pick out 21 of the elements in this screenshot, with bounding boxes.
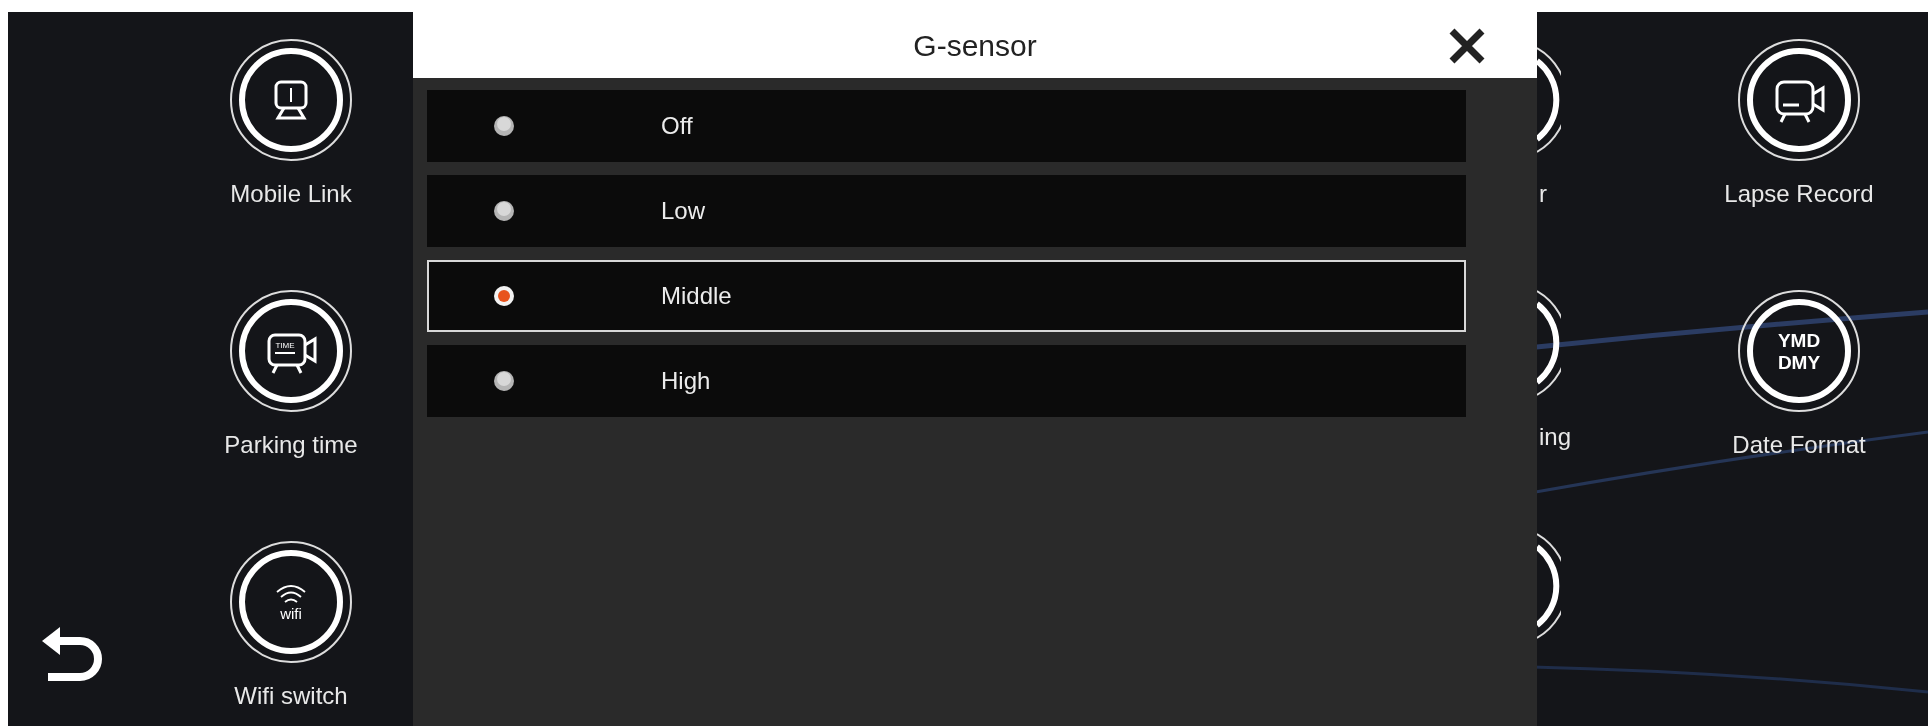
menu-item[interactable]: Mobile Link (203, 38, 379, 212)
text-icon: YMD DMY (1737, 289, 1861, 413)
menu-label: r (1538, 179, 1547, 204)
radio-selected-icon (493, 285, 515, 307)
menu-item[interactable]: wifi Wifi switch (203, 540, 379, 714)
option-row[interactable]: Middle (427, 260, 1466, 332)
camera-icon (1737, 38, 1861, 162)
timer-camera-icon: TIME (229, 289, 353, 413)
wifi-icon: wifi (229, 540, 353, 664)
menu-item[interactable]: YMD DMY Date Format (1711, 289, 1887, 463)
radio-icon (493, 200, 515, 222)
radio-icon (493, 370, 515, 392)
menu-item[interactable]: Lapse Record (1711, 38, 1887, 212)
option-row[interactable]: Off (427, 90, 1466, 162)
menu-item[interactable]: TIME Parking time (203, 289, 379, 463)
dialog-title: G-sensor (913, 27, 1037, 64)
monitor-icon (229, 38, 353, 162)
close-icon (1449, 28, 1485, 64)
option-row[interactable]: Low (427, 175, 1466, 247)
option-row[interactable]: High (427, 345, 1466, 417)
radio-icon (493, 115, 515, 137)
